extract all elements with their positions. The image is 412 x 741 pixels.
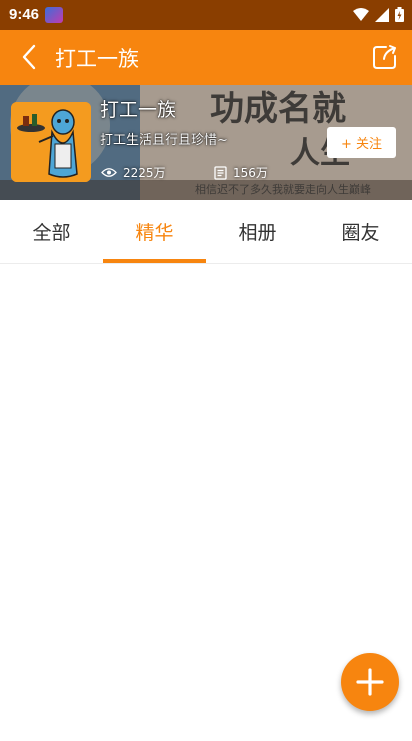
banner-slogan-1: 功成名就 <box>210 89 346 129</box>
app-notification-icon <box>45 7 63 23</box>
banner-bottom-text: 相信迟不了多久我就要走向人生巅峰 <box>195 182 371 196</box>
wifi-icon <box>353 7 369 21</box>
follow-button[interactable]: + 关注 <box>327 127 396 158</box>
battery-icon <box>395 7 404 22</box>
group-description: 打工生活且行且珍惜~ <box>100 133 228 148</box>
page-title: 打工一族 <box>55 47 139 71</box>
active-tab-indicator <box>103 259 206 263</box>
tab-bar: 全部 精华 相册 圈友 <box>0 200 412 264</box>
views-stat: 2225万 <box>101 164 166 181</box>
share-icon <box>373 45 396 69</box>
back-arrow-icon <box>22 44 36 70</box>
status-time: 9:46 <box>9 6 40 23</box>
tab-featured[interactable]: 精华 <box>103 200 206 263</box>
status-bar: 9:46 <box>0 0 412 30</box>
posts-count: 156万 <box>233 166 268 180</box>
posts-stat: 156万 <box>214 164 268 181</box>
tab-album[interactable]: 相册 <box>206 200 309 263</box>
share-button[interactable] <box>370 42 400 72</box>
group-name: 打工一族 <box>100 99 177 121</box>
document-icon <box>214 165 227 180</box>
status-icons <box>353 7 404 22</box>
tab-all[interactable]: 全部 <box>0 200 103 263</box>
tab-members[interactable]: 圈友 <box>309 200 412 263</box>
group-banner: 功成名就 人生 相信迟不了多久我就要走向人生巅峰 打工一族 打工生活且行且珍惜~… <box>0 85 412 200</box>
group-avatar[interactable] <box>11 102 91 182</box>
plus-icon <box>356 668 384 696</box>
eye-icon <box>101 168 117 177</box>
mascot-image <box>11 102 91 182</box>
back-button[interactable] <box>14 42 44 72</box>
signal-icon <box>375 7 389 22</box>
views-count: 2225万 <box>123 166 166 180</box>
add-post-button[interactable] <box>341 653 399 711</box>
app-header: 打工一族 <box>0 30 412 85</box>
